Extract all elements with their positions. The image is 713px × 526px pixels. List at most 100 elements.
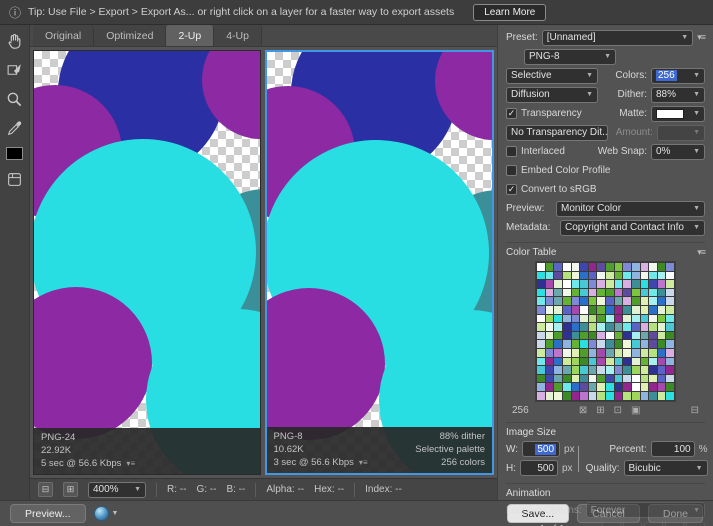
color-swatch[interactable]: [537, 323, 545, 331]
color-swatch[interactable]: [588, 323, 597, 331]
color-swatch[interactable]: [640, 366, 649, 374]
first-frame-button[interactable]: |◀: [602, 522, 621, 526]
color-swatch[interactable]: [545, 391, 554, 400]
color-swatch[interactable]: [640, 391, 649, 400]
color-swatch[interactable]: [597, 297, 605, 305]
color-swatch[interactable]: [588, 348, 597, 357]
color-swatch[interactable]: [649, 323, 657, 331]
color-swatch[interactable]: [597, 314, 605, 323]
color-swatch[interactable]: [537, 391, 545, 400]
color-swatch[interactable]: [588, 288, 597, 297]
color-swatch[interactable]: [666, 383, 674, 391]
embed-color-profile-checkbox[interactable]: [506, 165, 517, 176]
constrain-proportions-icon[interactable]: [577, 445, 579, 472]
looping-options-dropdown[interactable]: Forever ▼: [585, 502, 705, 518]
color-swatch[interactable]: [537, 366, 545, 374]
color-swatch[interactable]: [588, 280, 597, 288]
color-swatch[interactable]: [649, 280, 657, 288]
color-swatch[interactable]: [545, 288, 554, 297]
color-swatch[interactable]: [666, 340, 674, 348]
color-swatch[interactable]: [657, 383, 666, 391]
color-swatch[interactable]: [614, 366, 623, 374]
color-swatch[interactable]: [588, 391, 597, 400]
map-transparent-icon[interactable]: ⊠: [579, 405, 587, 416]
color-swatch[interactable]: [562, 357, 571, 366]
color-swatch[interactable]: [562, 331, 571, 340]
color-swatch[interactable]: [562, 383, 571, 391]
color-swatch[interactable]: [657, 305, 666, 314]
color-swatch[interactable]: [606, 305, 614, 314]
color-swatch[interactable]: [666, 305, 674, 314]
color-swatch[interactable]: [623, 323, 631, 331]
zoom-level-dropdown[interactable]: 400% ▼: [88, 481, 146, 498]
color-swatch[interactable]: [580, 314, 588, 323]
color-swatch[interactable]: [588, 366, 597, 374]
color-swatch[interactable]: [640, 280, 649, 288]
color-swatch[interactable]: [666, 280, 674, 288]
color-swatch[interactable]: [562, 314, 571, 323]
color-swatch[interactable]: [666, 331, 674, 340]
color-swatch[interactable]: [614, 340, 623, 348]
color-swatch[interactable]: [640, 314, 649, 323]
next-frame-button[interactable]: ▶: [665, 522, 684, 526]
color-swatch[interactable]: [545, 263, 554, 271]
color-swatch[interactable]: [571, 331, 580, 340]
color-swatch[interactable]: [657, 280, 666, 288]
color-swatch[interactable]: [614, 297, 623, 305]
color-swatch[interactable]: [545, 323, 554, 331]
eyedropper-color-swatch[interactable]: [6, 147, 23, 160]
color-swatch[interactable]: [614, 271, 623, 280]
color-swatch[interactable]: [554, 383, 562, 391]
color-swatch[interactable]: [623, 263, 631, 271]
tab-optimized[interactable]: Optimized: [94, 25, 167, 46]
color-swatch[interactable]: [606, 391, 614, 400]
color-swatch[interactable]: [614, 263, 623, 271]
color-swatch[interactable]: [588, 271, 597, 280]
color-swatch[interactable]: [640, 331, 649, 340]
color-swatch[interactable]: [580, 348, 588, 357]
color-swatch[interactable]: [571, 271, 580, 280]
color-swatch[interactable]: [580, 271, 588, 280]
color-swatch[interactable]: [649, 340, 657, 348]
color-swatch[interactable]: [631, 340, 640, 348]
color-swatch[interactable]: [571, 263, 580, 271]
color-swatch[interactable]: [562, 391, 571, 400]
color-swatch[interactable]: [649, 263, 657, 271]
height-field[interactable]: 500: [520, 460, 558, 476]
color-swatch[interactable]: [606, 331, 614, 340]
color-swatch[interactable]: [614, 314, 623, 323]
quality-dropdown[interactable]: Bicubic ▼: [623, 460, 708, 476]
color-swatch[interactable]: [571, 305, 580, 314]
color-swatch[interactable]: [649, 331, 657, 340]
download-speed-menu-icon[interactable]: ▾≡: [359, 458, 368, 467]
color-swatch[interactable]: [597, 271, 605, 280]
delete-color-icon[interactable]: ⊟: [691, 405, 699, 416]
tab-original[interactable]: Original: [33, 25, 95, 46]
interlaced-checkbox[interactable]: [506, 146, 517, 157]
color-swatch[interactable]: [623, 288, 631, 297]
color-swatch[interactable]: [614, 305, 623, 314]
previous-frame-button[interactable]: ◀: [623, 522, 642, 526]
color-swatch[interactable]: [623, 280, 631, 288]
transparency-dither-dropdown[interactable]: No Transparency Dit... ▼: [506, 124, 608, 141]
color-swatch[interactable]: [537, 280, 545, 288]
color-swatch[interactable]: [606, 314, 614, 323]
color-swatch[interactable]: [631, 366, 640, 374]
color-swatch[interactable]: [666, 391, 674, 400]
slice-select-tool-icon[interactable]: [5, 60, 25, 80]
color-swatch[interactable]: [657, 331, 666, 340]
color-swatch[interactable]: [545, 340, 554, 348]
color-swatch[interactable]: [571, 366, 580, 374]
color-swatch[interactable]: [666, 297, 674, 305]
color-swatch[interactable]: [666, 357, 674, 366]
web-shift-icon[interactable]: ⊞: [596, 405, 604, 416]
lock-color-icon[interactable]: ⊡: [614, 405, 622, 416]
color-swatch[interactable]: [657, 391, 666, 400]
color-swatch[interactable]: [597, 331, 605, 340]
amount-dropdown[interactable]: ▼: [656, 124, 705, 141]
color-swatch[interactable]: [623, 391, 631, 400]
color-swatch[interactable]: [640, 305, 649, 314]
color-swatch[interactable]: [562, 271, 571, 280]
color-swatch[interactable]: [606, 263, 614, 271]
color-swatch[interactable]: [580, 280, 588, 288]
